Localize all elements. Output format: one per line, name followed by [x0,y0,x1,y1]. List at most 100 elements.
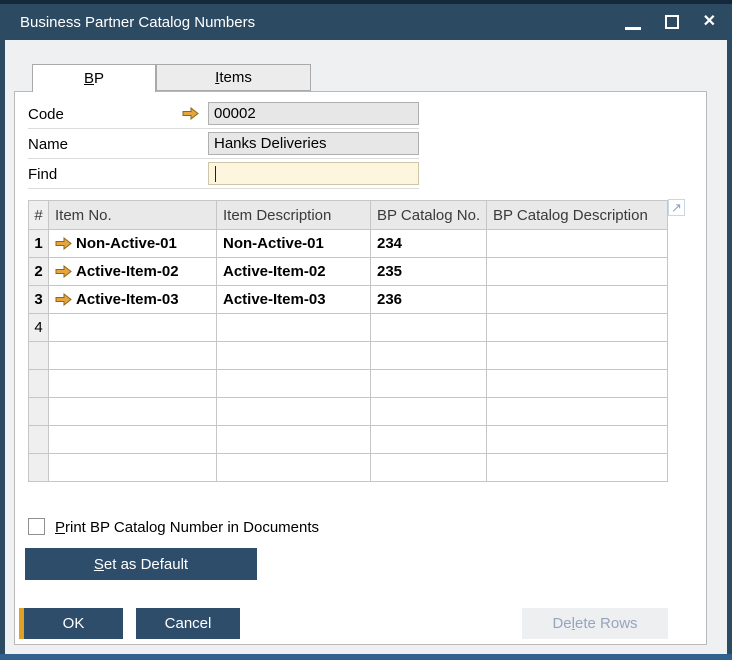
table-row: 1 Non-Active-01 Non-Active-01 234 [28,229,668,258]
table-row-empty [28,341,668,370]
col-header-bp-catalog-no: BP Catalog No. [370,200,487,230]
item-description-cell[interactable]: Active-Item-03 [216,285,371,314]
cb-label-key: P [55,519,66,536]
bp-catalog-no-cell[interactable] [370,425,487,454]
print-bp-catalog-checkbox[interactable] [28,518,45,535]
bp-catalog-description-cell[interactable] [486,257,668,286]
set-as-default-button[interactable]: Set as Default [25,548,257,580]
item-description-cell[interactable]: Non-Active-01 [216,229,371,258]
bp-catalog-no-cell[interactable] [370,341,487,370]
tab-items[interactable]: Items [156,64,311,91]
item-no-cell[interactable]: Active-Item-03 [48,285,217,314]
col-header-item-description: Item Description [216,200,371,230]
table-row-empty [28,397,668,426]
tab-bp-label-key: B [83,70,94,87]
form-row-divider [28,188,419,189]
item-description-cell[interactable] [216,453,371,482]
close-icon[interactable]: ✕ [703,14,716,30]
bp-catalog-description-cell[interactable] [486,453,668,482]
tab-bp[interactable]: BP [32,64,156,92]
delete-rows-pre: De [552,615,572,632]
window-border-bottom [0,654,732,660]
item-link-arrow-icon[interactable] [55,236,72,251]
bp-catalog-no-cell[interactable]: 236 [370,285,487,314]
item-no-value: Non-Active-01 [76,235,177,252]
bp-catalog-no-cell[interactable]: 235 [370,257,487,286]
item-no-cell[interactable] [48,397,217,426]
item-description-cell[interactable] [216,341,371,370]
item-description-cell[interactable] [216,369,371,398]
bp-catalog-description-cell[interactable] [486,341,668,370]
bp-catalog-description-cell[interactable] [486,285,668,314]
bp-catalog-description-cell[interactable] [486,369,668,398]
item-no-value: Active-Item-03 [76,291,179,308]
set-default-post: et as Default [103,555,189,573]
table-row-empty [28,369,668,398]
ok-button[interactable]: OK [19,608,123,639]
item-link-arrow-icon[interactable] [55,292,72,307]
table-row: 3 Active-Item-03 Active-Item-03 236 [28,285,668,314]
print-bp-catalog-checkbox-label: Print BP Catalog Number in Documents [55,519,319,536]
bp-catalog-description-cell[interactable] [486,425,668,454]
table-row-empty [28,453,668,482]
item-no-cell[interactable] [48,369,217,398]
dialog-business-partner-catalog-numbers: Business Partner Catalog Numbers ✕ BP It… [0,0,732,660]
bp-catalog-description-cell[interactable] [486,229,668,258]
item-description-cell[interactable]: Active-Item-02 [216,257,371,286]
item-description-cell[interactable] [216,313,371,342]
item-description-cell[interactable] [216,397,371,426]
name-field: Hanks Deliveries [208,132,419,155]
name-label: Name [28,136,69,153]
cancel-button[interactable]: Cancel [136,608,240,639]
bp-catalog-no-cell[interactable]: 234 [370,229,487,258]
item-no-cell[interactable]: Active-Item-02 [48,257,217,286]
cb-label-post: rint BP Catalog Number in Documents [65,519,320,536]
bp-catalog-no-cell[interactable] [370,313,487,342]
tab-items-label-post: tems [219,69,252,86]
bp-catalog-description-cell[interactable] [486,397,668,426]
window-border-right [727,40,732,654]
col-header-bp-catalog-description: BP Catalog Description [486,200,668,230]
table-row: 4 [28,313,668,342]
row-number-cell[interactable] [28,453,49,482]
table-row: 2 Active-Item-02 Active-Item-02 235 [28,257,668,286]
col-header-item-no: Item No. [48,200,217,230]
item-link-arrow-icon[interactable] [55,264,72,279]
row-number-cell[interactable] [28,397,49,426]
form-row-divider [28,158,419,159]
title-bar: Business Partner Catalog Numbers ✕ [0,0,732,40]
delete-rows-post: ete Rows [575,615,638,632]
maximize-icon[interactable] [664,15,679,29]
code-link-arrow-icon[interactable] [182,107,199,120]
expand-table-icon[interactable]: ↗ [668,199,685,216]
find-label: Find [28,166,58,183]
item-no-cell[interactable] [48,453,217,482]
minimize-icon[interactable] [624,26,641,30]
code-label: Code [28,106,64,123]
item-no-cell[interactable] [48,341,217,370]
row-number-cell[interactable]: 4 [28,313,49,342]
item-no-cell[interactable]: Non-Active-01 [48,229,217,258]
code-field: 00002 [208,102,419,125]
row-number-cell[interactable] [28,425,49,454]
bp-catalog-no-cell[interactable] [370,453,487,482]
item-no-cell[interactable] [48,313,217,342]
window-border-left [0,40,5,654]
item-no-cell[interactable] [48,425,217,454]
item-no-value: Active-Item-02 [76,263,179,280]
col-header-num: # [28,200,49,230]
table-row-empty [28,425,668,454]
delete-rows-button[interactable]: De l ete Rows [522,608,668,639]
set-default-key: S [93,555,104,573]
bp-catalog-no-cell[interactable] [370,369,487,398]
row-number-cell[interactable]: 1 [28,229,49,258]
text-cursor [215,165,216,182]
bp-catalog-no-cell[interactable] [370,397,487,426]
row-number-cell[interactable]: 2 [28,257,49,286]
row-number-cell[interactable] [28,369,49,398]
bp-catalog-description-cell[interactable] [486,313,668,342]
row-number-cell[interactable] [28,341,49,370]
find-input[interactable] [208,162,419,185]
item-description-cell[interactable] [216,425,371,454]
row-number-cell[interactable]: 3 [28,285,49,314]
